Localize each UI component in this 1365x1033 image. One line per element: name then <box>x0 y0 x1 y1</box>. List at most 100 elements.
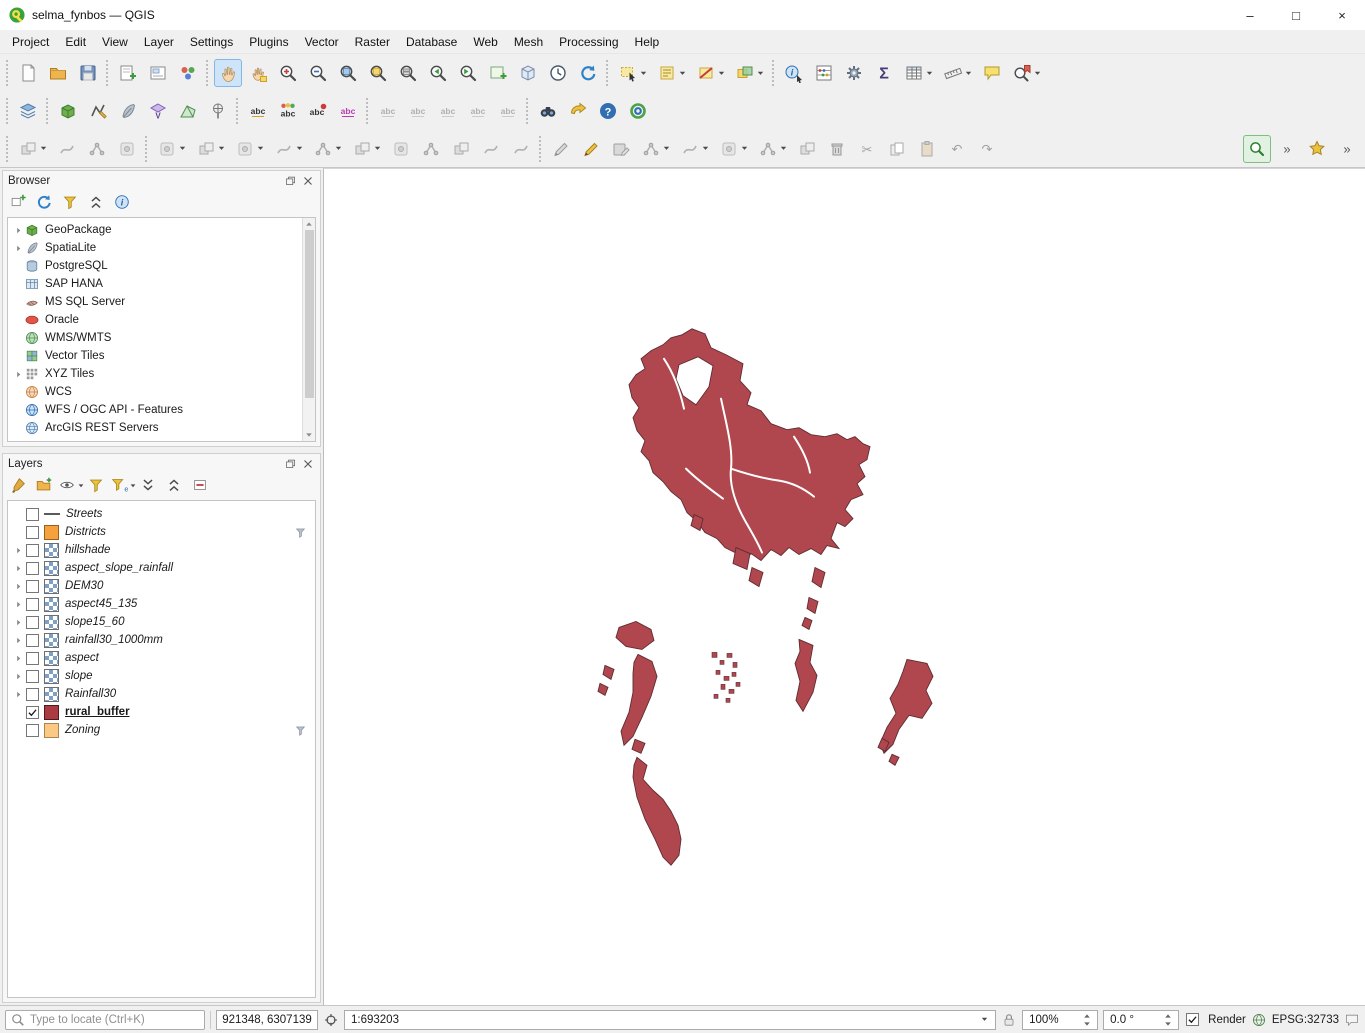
dropdown-arrow-icon[interactable] <box>925 69 934 78</box>
enable-properties-widget-button[interactable]: i <box>111 191 135 215</box>
remove-layer-button[interactable] <box>189 474 213 498</box>
toolbar-handle[interactable] <box>6 136 10 162</box>
render-toggle[interactable]: Render <box>1184 1013 1246 1026</box>
open-project-button[interactable] <box>44 59 72 87</box>
toolbar-handle[interactable] <box>106 60 110 86</box>
expand-arrow-icon[interactable] <box>12 242 24 254</box>
show-layout-manager-button[interactable] <box>144 59 172 87</box>
close-panel-icon[interactable] <box>301 457 315 471</box>
toolbar-handle[interactable] <box>526 98 530 124</box>
browser-item-sap-hana[interactable]: SAP HANA <box>8 275 302 293</box>
dropdown-arrow-icon[interactable] <box>740 144 749 153</box>
dropdown-arrow-icon[interactable] <box>779 144 788 153</box>
layer-visibility-checkbox[interactable] <box>26 688 39 701</box>
select-features-by-value-button[interactable] <box>653 59 690 87</box>
menu-view[interactable]: View <box>94 30 136 53</box>
expand-arrow-icon[interactable] <box>12 562 24 574</box>
digitize-with-segment-button[interactable] <box>637 135 674 163</box>
expand-arrow-icon[interactable] <box>12 670 24 682</box>
manage-map-themes-button[interactable] <box>59 474 83 498</box>
layer-visibility-checkbox[interactable] <box>26 580 39 593</box>
processing-toolbox-button[interactable] <box>840 59 868 87</box>
filter-browser-button[interactable] <box>59 191 83 215</box>
show-spatial-bookmarks-button[interactable] <box>1008 59 1045 87</box>
layer-item-slope[interactable]: slope <box>8 667 315 685</box>
toolbar-handle[interactable] <box>46 98 50 124</box>
menu-web[interactable]: Web <box>465 30 505 53</box>
expand-arrow-icon[interactable] <box>12 544 24 556</box>
layer-visibility-checkbox[interactable] <box>26 544 39 557</box>
browser-panel-header[interactable]: Browser <box>3 171 320 190</box>
layer-visibility-checkbox[interactable] <box>26 508 39 521</box>
copy-move-features-button[interactable] <box>192 135 229 163</box>
layer-visibility-checkbox[interactable] <box>26 526 39 539</box>
browser-scrollbar[interactable] <box>302 218 315 441</box>
magnifier-spin[interactable]: 100% <box>1022 1010 1098 1030</box>
layer-visibility-checkbox[interactable] <box>26 562 39 575</box>
browser-item-oracle[interactable]: Oracle <box>8 311 302 329</box>
current-edits-button[interactable] <box>14 135 51 163</box>
layer-item-rainfall30-1000mm[interactable]: rainfall30_1000mm <box>8 631 315 649</box>
rotate-label-button[interactable]: abc <box>404 97 432 125</box>
collapse-all-layers-button[interactable] <box>163 474 187 498</box>
browser-item-xyz-tiles[interactable]: XYZ Tiles <box>8 365 302 383</box>
open-data-source-manager-button[interactable] <box>14 97 42 125</box>
select-features-button[interactable] <box>614 59 651 87</box>
zoom-out-button[interactable] <box>304 59 332 87</box>
temporal-controller-button[interactable] <box>544 59 572 87</box>
close-panel-icon[interactable] <box>301 174 315 188</box>
crs-label[interactable]: EPSG:32733 <box>1272 1014 1339 1026</box>
locate-bar[interactable]: Type to locate (Ctrl+K) <box>5 1010 205 1030</box>
browser-item-wms-wmts[interactable]: WMS/WMTS <box>8 329 302 347</box>
toolbar-handle[interactable] <box>6 60 10 86</box>
stream-digitizing-button[interactable] <box>676 135 713 163</box>
add-part-button[interactable] <box>348 135 385 163</box>
layer-visibility-checkbox[interactable] <box>26 598 39 611</box>
browser-item-spatialite[interactable]: SpatiaLite <box>8 239 302 257</box>
spin-up-icon[interactable] <box>1164 1012 1172 1019</box>
expand-arrow-icon[interactable] <box>12 224 24 236</box>
paste-features-button[interactable] <box>913 135 941 163</box>
minimize-button[interactable]: – <box>1227 0 1273 30</box>
expand-arrow-icon[interactable] <box>12 688 24 700</box>
layer-visibility-checkbox[interactable] <box>26 634 39 647</box>
dropdown-arrow-icon[interactable] <box>639 69 648 78</box>
new-gpx-layer-button[interactable] <box>204 97 232 125</box>
dropdown-arrow-icon[interactable] <box>1033 69 1042 78</box>
zoom-to-layer-button[interactable] <box>394 59 422 87</box>
new-print-layout-button[interactable] <box>114 59 142 87</box>
curved-label-button[interactable]: abc <box>464 97 492 125</box>
show-statistical-summary-button[interactable]: Σ <box>870 59 898 87</box>
move-label-button[interactable]: abc <box>374 97 402 125</box>
render-checkbox[interactable] <box>1186 1013 1199 1026</box>
delete-ring-button[interactable] <box>417 135 445 163</box>
layer-item-aspect45-135[interactable]: aspect45_135 <box>8 595 315 613</box>
dropdown-arrow-icon[interactable] <box>756 69 765 78</box>
select-by-location-button[interactable] <box>731 59 768 87</box>
scroll-up-icon[interactable] <box>303 218 316 230</box>
help-contents-button[interactable]: ? <box>594 97 622 125</box>
dropdown-arrow-icon[interactable] <box>39 144 48 153</box>
browser-item-arcgis-rest-servers[interactable]: ArcGIS REST Servers <box>8 419 302 437</box>
menu-raster[interactable]: Raster <box>347 30 398 53</box>
simplify-feature-button[interactable] <box>270 135 307 163</box>
layer-diagram-options-button[interactable]: abc <box>274 97 302 125</box>
add-selected-layers-button[interactable] <box>7 191 31 215</box>
map-canvas[interactable] <box>323 168 1365 1005</box>
dropdown-arrow-icon[interactable] <box>701 144 710 153</box>
scroll-down-icon[interactable] <box>303 429 316 441</box>
layer-item-rural-buffer[interactable]: rural_buffer <box>8 703 315 721</box>
menu-layer[interactable]: Layer <box>136 30 182 53</box>
layer-item-aspect-slope-rainfall[interactable]: aspect_slope_rainfall <box>8 559 315 577</box>
close-button[interactable]: × <box>1319 0 1365 30</box>
filter-legend-button[interactable] <box>85 474 109 498</box>
dropdown-arrow-icon[interactable] <box>717 69 726 78</box>
dropdown-arrow-icon[interactable] <box>662 144 671 153</box>
menu-edit[interactable]: Edit <box>57 30 94 53</box>
menu-processing[interactable]: Processing <box>551 30 626 53</box>
open-field-calculator-button[interactable] <box>810 59 838 87</box>
add-ring-button[interactable] <box>309 135 346 163</box>
extents-icon[interactable] <box>323 1012 339 1028</box>
expand-arrow-icon[interactable] <box>12 580 24 592</box>
style-manager-button[interactable] <box>174 59 202 87</box>
